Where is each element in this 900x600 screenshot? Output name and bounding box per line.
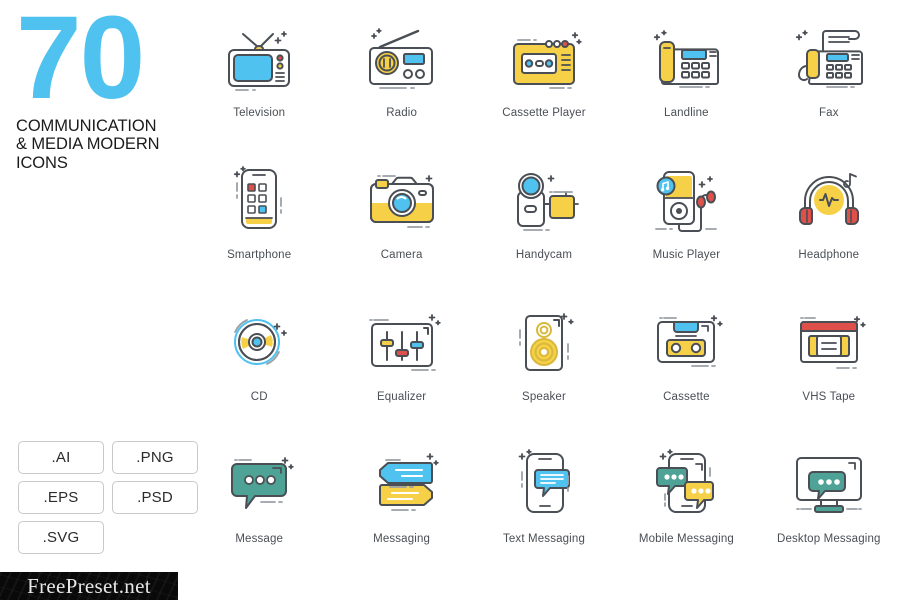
- speaker-icon: [498, 298, 590, 384]
- vhs-tape-icon: [783, 298, 875, 384]
- icon-cell-message: Message: [188, 434, 330, 576]
- format-badge-png: .PNG: [112, 441, 198, 474]
- icon-cell-text-messaging: Text Messaging: [473, 434, 615, 576]
- radio-icon: [356, 14, 448, 100]
- icon-label: Equalizer: [376, 391, 427, 403]
- messaging-bubbles-icon: [356, 440, 448, 526]
- watermark-text: FreePreset.net: [27, 573, 151, 598]
- smartphone-icon: [213, 156, 305, 242]
- icon-label: Cassette: [663, 391, 710, 403]
- icon-cell-music-player: Music Player: [615, 150, 757, 292]
- icon-cell-headphone: Headphone: [758, 150, 900, 292]
- icon-label: Desktop Messaging: [777, 533, 881, 545]
- pack-subtitle: COMMUNICATION & MEDIA MODERN ICONS: [16, 116, 160, 172]
- headphone-icon: [783, 156, 875, 242]
- television-icon: [213, 14, 305, 100]
- icon-cell-desktop-messaging: Desktop Messaging: [758, 434, 900, 576]
- format-badge-ai: .AI: [18, 441, 104, 474]
- icon-label: Fax: [818, 107, 839, 119]
- icon-cell-equalizer: Equalizer: [330, 292, 472, 434]
- icon-label: Smartphone: [227, 249, 292, 261]
- format-badge-psd: .PSD: [112, 481, 198, 514]
- icon-label: Messaging: [373, 533, 431, 545]
- mobile-messaging-icon: [640, 440, 732, 526]
- text-messaging-icon: [498, 440, 590, 526]
- icon-grid: Television Radio Cassette Player Landlin…: [188, 8, 900, 576]
- icon-cell-television: Television: [188, 8, 330, 150]
- handycam-icon: [498, 156, 590, 242]
- icon-cell-cd: CD: [188, 292, 330, 434]
- icon-label: CD: [250, 391, 268, 403]
- icon-label: Landline: [664, 107, 709, 119]
- icon-label: Camera: [380, 249, 423, 261]
- icon-label: Radio: [386, 107, 417, 119]
- icon-label: Speaker: [522, 391, 566, 403]
- icon-pack-preview: 70 COMMUNICATION & MEDIA MODERN ICONS .AI …: [0, 0, 900, 600]
- icon-label: Cassette Player: [502, 107, 586, 119]
- format-badge-list: .AI .PNG .EPS .PSD .SVG: [18, 441, 198, 554]
- title-block: 70 COMMUNICATION & MEDIA MODERN ICONS: [16, 0, 191, 172]
- format-badge-svg: .SVG: [18, 521, 104, 554]
- camera-icon: [356, 156, 448, 242]
- format-badge-eps: .EPS: [18, 481, 104, 514]
- music-player-icon: [640, 156, 732, 242]
- equalizer-icon: [356, 298, 448, 384]
- icon-label: Handycam: [515, 249, 573, 261]
- icon-cell-vhs-tape: VHS Tape: [758, 292, 900, 434]
- landline-phone-icon: [640, 14, 732, 100]
- icon-cell-radio: Radio: [330, 8, 472, 150]
- icon-label: Music Player: [652, 249, 721, 261]
- icon-cell-fax: Fax: [758, 8, 900, 150]
- icon-count: 70: [16, 0, 145, 124]
- icon-label: VHS Tape: [802, 391, 856, 403]
- icon-cell-smartphone: Smartphone: [188, 150, 330, 292]
- icon-cell-camera: Camera: [330, 150, 472, 292]
- icon-label: Headphone: [798, 249, 860, 261]
- icon-cell-mobile-messaging: Mobile Messaging: [615, 434, 757, 576]
- fax-machine-icon: [783, 14, 875, 100]
- cd-disc-icon: [213, 298, 305, 384]
- icon-cell-landline: Landline: [615, 8, 757, 150]
- cassette-tape-icon: [640, 298, 732, 384]
- message-bubble-icon: [213, 440, 305, 526]
- icon-cell-speaker: Speaker: [473, 292, 615, 434]
- icon-label: Message: [235, 533, 284, 545]
- icon-label: Television: [233, 107, 286, 119]
- icon-cell-handycam: Handycam: [473, 150, 615, 292]
- icon-cell-messaging: Messaging: [330, 434, 472, 576]
- watermark-bar: FreePreset.net: [0, 572, 178, 600]
- icon-label: Mobile Messaging: [638, 533, 734, 545]
- icon-cell-cassette-player: Cassette Player: [473, 8, 615, 150]
- icon-cell-cassette: Cassette: [615, 292, 757, 434]
- desktop-messaging-icon: [783, 440, 875, 526]
- icon-label: Text Messaging: [502, 533, 585, 545]
- cassette-player-icon: [498, 14, 590, 100]
